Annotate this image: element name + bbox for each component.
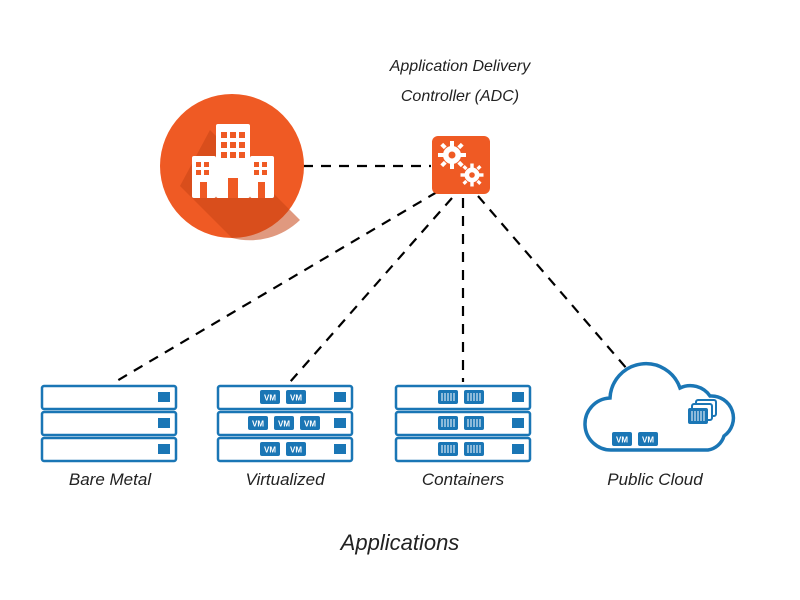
adc-icon xyxy=(432,136,490,194)
bare-metal-icon xyxy=(42,386,176,461)
building-icon xyxy=(160,94,304,240)
public-cloud-icon xyxy=(585,364,733,450)
virtualized-icon xyxy=(218,386,352,461)
containers-icon xyxy=(396,386,530,461)
